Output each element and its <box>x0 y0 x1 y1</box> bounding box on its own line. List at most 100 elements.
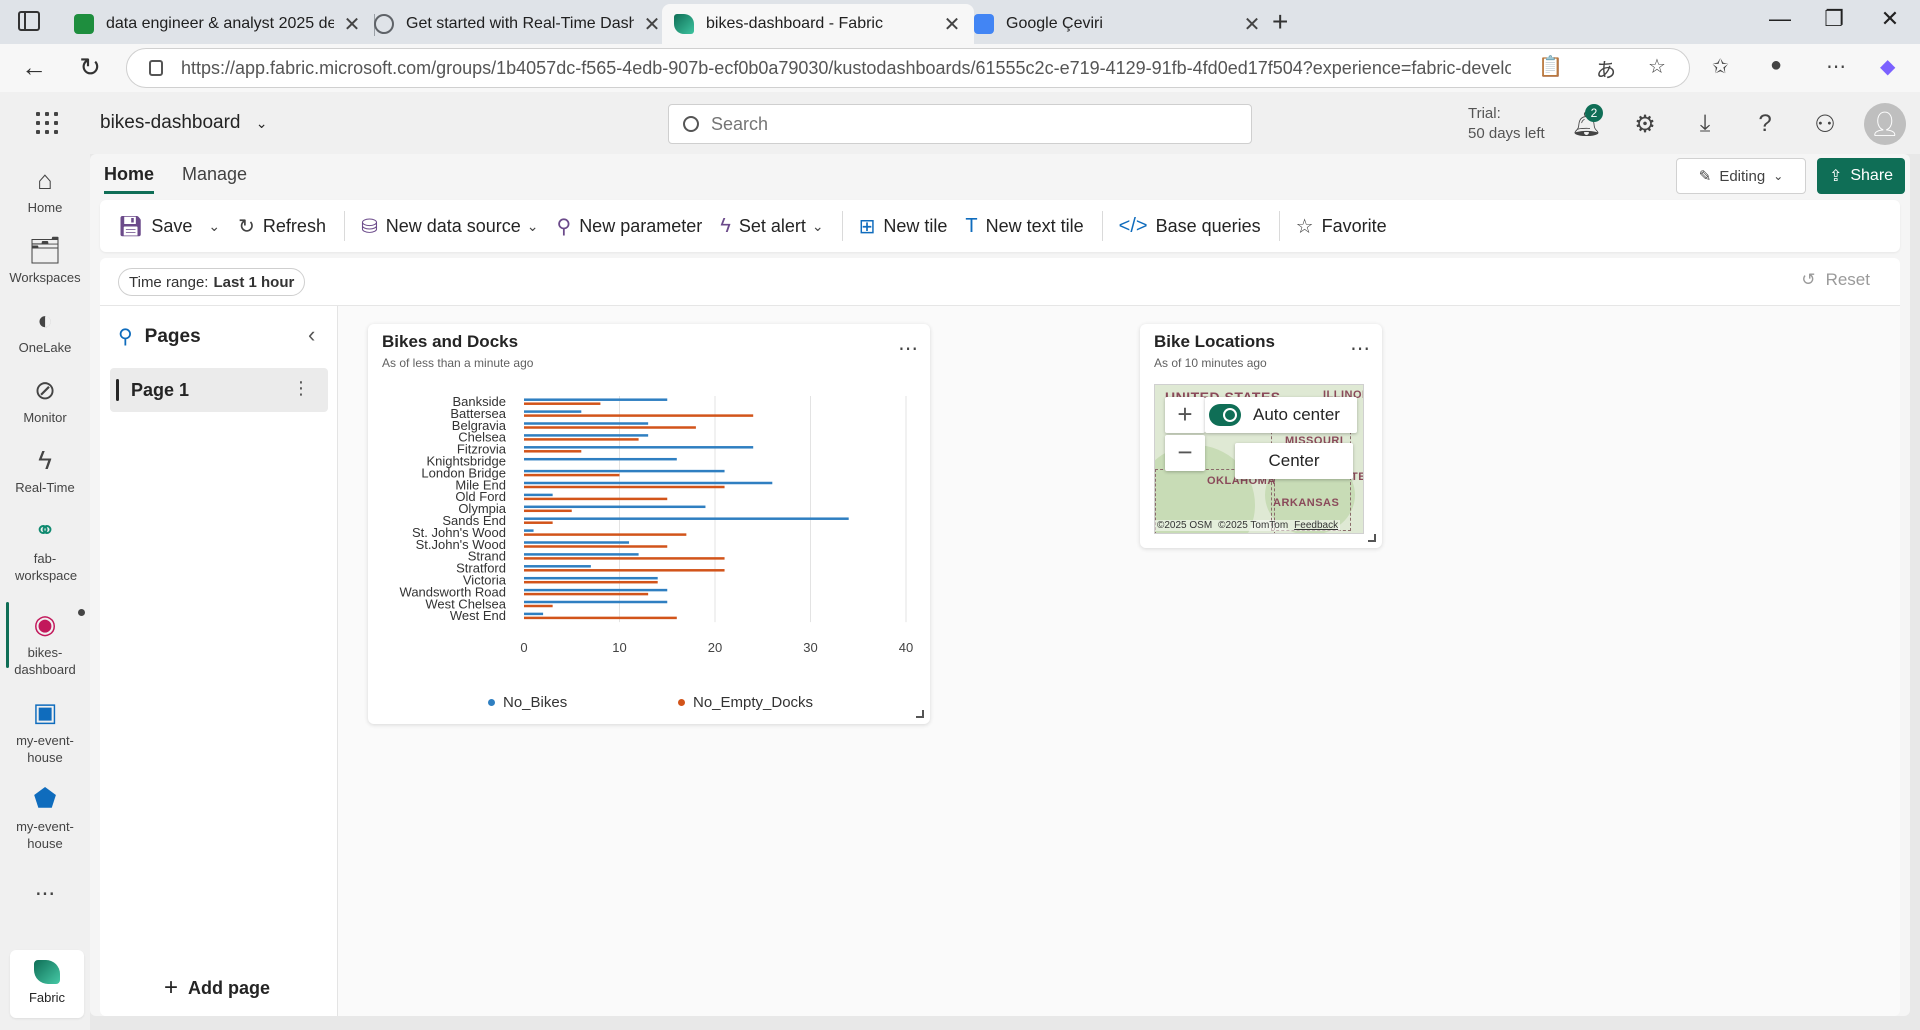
tab-home[interactable]: Home <box>104 164 155 194</box>
tile-bikes-and-docks[interactable]: Bikes and Docks As of less than a minute… <box>368 324 930 724</box>
tile-title: Bikes and Docks <box>382 332 519 351</box>
rail-item-my-event-house-1[interactable]: ▣ my-event-house <box>0 696 90 766</box>
close-tab-icon[interactable]: ✕ <box>942 12 962 37</box>
collapse-pages-icon[interactable]: ‹ <box>308 322 315 348</box>
new-parameter-label: New parameter <box>579 215 703 236</box>
resize-handle[interactable] <box>1368 534 1376 542</box>
add-page-button[interactable]: + Add page <box>164 974 270 1002</box>
tile-more-options-icon[interactable]: ⋯ <box>1350 336 1371 361</box>
legend-item-no-empty-docks[interactable]: No_Empty_Docks <box>678 694 813 711</box>
tab-title: data engineer & analyst 2025 der <box>106 15 334 32</box>
osm-attribution: ©2025 OSM <box>1157 520 1213 531</box>
new-data-source-button[interactable]: ⛁ New data source ⌄ <box>361 214 539 239</box>
minimize-button[interactable]: — <box>1760 6 1800 32</box>
browser-tab-sheet[interactable]: data engineer & analyst 2025 der ✕ <box>62 4 375 44</box>
new-tile-button[interactable]: ⊞ New tile <box>859 214 948 239</box>
save-label: Save <box>151 215 193 236</box>
browser-tab-fabric[interactable]: bikes-dashboard - Fabric ✕ <box>662 4 974 44</box>
auto-center-toggle[interactable] <box>1209 404 1241 426</box>
share-button[interactable]: ⇪ Share <box>1817 158 1905 194</box>
center-button[interactable]: Center <box>1235 443 1353 479</box>
tab-title: bikes-dashboard - Fabric <box>706 15 883 32</box>
rail-item-onelake[interactable]: ◐ OneLake <box>0 304 90 355</box>
save-options-chevron-icon[interactable]: ⌄ <box>208 218 220 235</box>
bar-no-bikes <box>524 612 544 616</box>
set-alert-button[interactable]: ϟ Set alert ⌄ <box>720 215 823 238</box>
map-view[interactable]: ILLINOIS MISSOURI OKLAHOMA ARKANSAS TE U… <box>1154 384 1364 534</box>
feedback-link[interactable]: Feedback <box>1294 520 1338 531</box>
legend-swatch <box>488 699 495 706</box>
base-queries-button[interactable]: </> Base queries <box>1119 215 1261 238</box>
new-text-tile-button[interactable]: T New text tile <box>965 215 1083 238</box>
rail-item-realtime[interactable]: ϟ Real-Time <box>0 444 90 495</box>
reset-button[interactable]: ↺ Reset <box>1801 270 1870 290</box>
rail-label: OneLake <box>18 340 72 355</box>
back-button[interactable]: ← <box>16 52 52 83</box>
zoom-in-button[interactable]: + <box>1165 397 1205 433</box>
feedback-icon[interactable]: ⚇ <box>1810 110 1840 139</box>
download-icon[interactable]: ⤓ <box>1690 110 1720 138</box>
page-item[interactable]: Page 1 ⋮ <box>110 368 328 412</box>
onelake-icon: ◐ <box>37 305 53 335</box>
app-launcher-icon[interactable] <box>36 112 58 134</box>
bar-no-empty-docks <box>524 604 553 608</box>
global-search[interactable] <box>668 104 1252 144</box>
close-tab-icon[interactable]: ✕ <box>1242 12 1262 37</box>
new-parameter-button[interactable]: ⚲ New parameter <box>557 214 703 239</box>
restore-button[interactable]: ❐ <box>1814 6 1854 32</box>
time-range-filter[interactable]: Time range: Last 1 hour <box>118 268 306 296</box>
search-input[interactable] <box>711 113 1211 135</box>
tab-actions-icon[interactable] <box>18 11 40 31</box>
notification-count-badge: 2 <box>1585 104 1603 122</box>
x-tick-label: 20 <box>708 640 722 655</box>
bar-no-empty-docks <box>524 497 668 501</box>
item-title-dropdown[interactable]: bikes-dashboard ⌄ <box>100 112 268 134</box>
read-aloud-icon[interactable]: あ <box>1596 54 1616 83</box>
account-avatar[interactable]: 👤︎ <box>1864 103 1906 145</box>
fabric-switcher[interactable]: Fabric <box>10 950 84 1018</box>
profile-icon[interactable]: ● <box>1770 54 1782 77</box>
favorite-button[interactable]: ☆ Favorite <box>1296 214 1387 239</box>
copilot-icon[interactable]: ◆ <box>1880 54 1895 79</box>
auto-center-label: Auto center <box>1253 405 1340 424</box>
legend-item-no-bikes[interactable]: No_Bikes <box>488 694 567 711</box>
page-more-icon[interactable]: ⋮ <box>292 378 310 399</box>
rail-item-workspaces[interactable]: 🗂︎ Workspaces <box>0 234 90 285</box>
rail-item-monitor[interactable]: ⊘ Monitor <box>0 374 90 425</box>
bar-no-bikes <box>524 434 649 437</box>
help-icon[interactable]: ? <box>1750 110 1780 138</box>
auto-center-control[interactable]: Auto center <box>1205 397 1357 433</box>
close-tab-icon[interactable]: ✕ <box>642 12 662 37</box>
settings-gear-icon[interactable]: ⚙ <box>1630 110 1660 139</box>
dashboard-canvas: ⚲ Pages ‹ Page 1 ⋮ + Add page Bikes and … <box>100 306 1900 1016</box>
resize-handle[interactable] <box>916 710 924 718</box>
share-label: Share <box>1850 167 1894 184</box>
close-tab-icon[interactable]: ✕ <box>342 12 362 37</box>
browser-tab-translate[interactable]: Google Çeviri ✕ <box>962 4 1274 44</box>
rail-item-home[interactable]: ⌂ Home <box>0 164 90 215</box>
zoom-out-button[interactable]: − <box>1165 435 1205 471</box>
pages-pane: ⚲ Pages ‹ Page 1 ⋮ + Add page <box>100 306 338 1016</box>
editing-mode-button[interactable]: ✎ Editing ⌄ <box>1676 158 1806 194</box>
browser-tab-docs[interactable]: Get started with Real-Time Dashb ✕ <box>362 4 674 44</box>
rail-more-button[interactable]: ... <box>0 874 90 902</box>
close-window-button[interactable]: ✕ <box>1870 6 1910 32</box>
new-tab-button[interactable]: + <box>1272 6 1288 38</box>
trial-status: Trial: 50 days left <box>1468 104 1545 144</box>
address-bar-row: ← ↻ https://app.fabric.microsoft.com/gro… <box>0 44 1920 92</box>
rail-item-fab-workspace[interactable]: ⚭ fab-workspace <box>0 514 90 584</box>
tile-bike-locations[interactable]: Bike Locations As of 10 minutes ago ⋯ IL… <box>1140 324 1382 548</box>
favorites-bar-icon[interactable]: ✩ <box>1712 54 1729 79</box>
bar-no-bikes <box>524 553 639 556</box>
tile-more-options-icon[interactable]: ⋯ <box>898 336 919 361</box>
save-button[interactable]: 💾︎ Save <box>118 214 192 239</box>
favorite-star-icon[interactable]: ☆ <box>1648 54 1666 79</box>
refresh-button[interactable]: ↻ Refresh <box>238 214 326 239</box>
tab-manage[interactable]: Manage <box>182 164 247 194</box>
reload-button[interactable]: ↻ <box>72 52 108 83</box>
rail-item-my-event-house-2[interactable]: ⬟ my-event-house <box>0 782 90 852</box>
rail-item-bikes-dashboard[interactable]: ◉ bikes-dashboard <box>0 608 90 678</box>
clipboard-icon[interactable]: 📋 <box>1538 54 1563 79</box>
address-bar[interactable]: https://app.fabric.microsoft.com/groups/… <box>126 48 1690 88</box>
browser-menu-icon[interactable]: ⋯ <box>1826 54 1846 79</box>
